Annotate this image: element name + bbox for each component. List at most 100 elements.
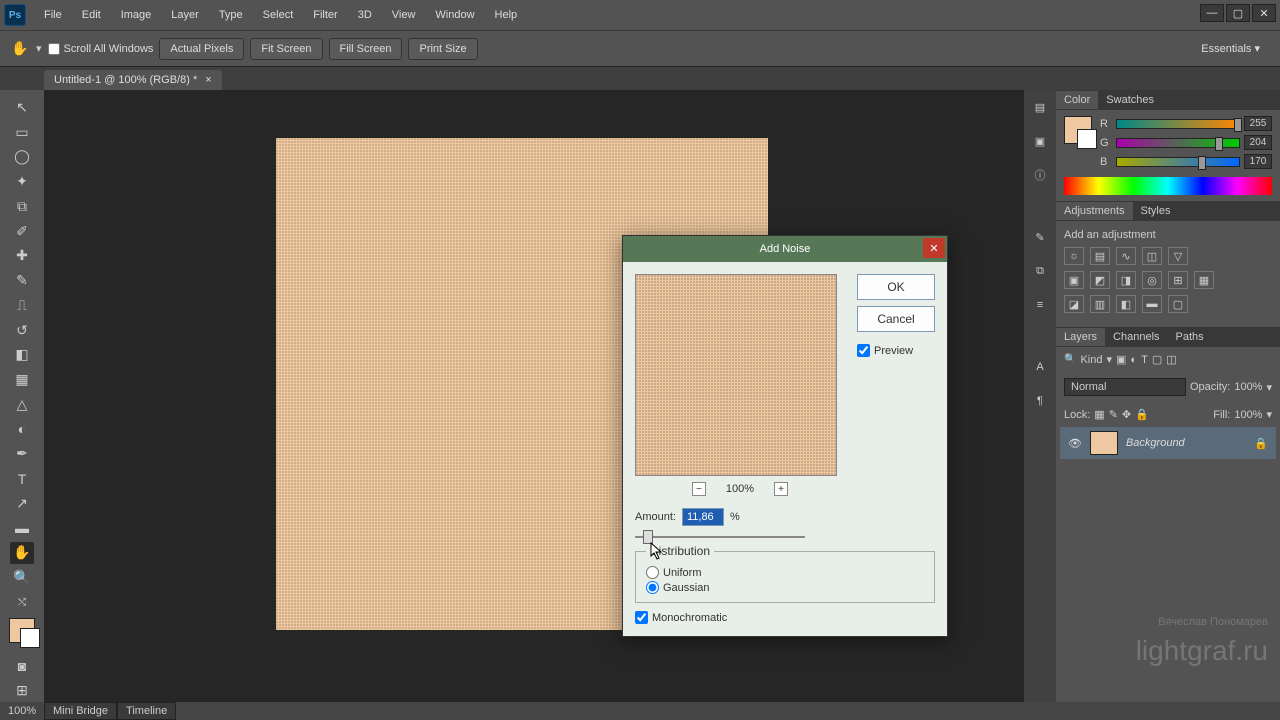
history-icon[interactable]: ▤ [1031,98,1049,116]
timeline-tab[interactable]: Timeline [117,702,176,720]
g-slider[interactable] [1116,138,1240,148]
workspace-switcher[interactable]: Essentials ▾ [1191,38,1270,59]
menu-file[interactable]: File [34,5,72,25]
tab-styles[interactable]: Styles [1133,202,1179,220]
color-swatch[interactable] [1064,116,1092,144]
noise-preview[interactable] [635,274,837,476]
path-tool[interactable]: ↗ [10,492,34,515]
zoom-level[interactable]: 100% [8,705,36,717]
filter-adj-icon[interactable]: ◐ [1130,354,1137,366]
tab-paths[interactable]: Paths [1168,328,1212,346]
amount-slider[interactable] [635,536,805,538]
monochromatic-checkbox[interactable]: Monochromatic [635,611,935,624]
crop-tool[interactable]: ⧉ [10,195,34,218]
lock-pixels-icon[interactable]: ✎ [1109,408,1118,421]
zoom-in-button[interactable]: + [774,482,788,496]
lock-pos-icon[interactable]: ✥ [1122,408,1131,421]
balance-icon[interactable]: ◩ [1090,271,1110,289]
tab-channels[interactable]: Channels [1105,328,1167,346]
curves-icon[interactable]: ∿ [1116,247,1136,265]
menu-image[interactable]: Image [111,5,162,25]
posterize-icon[interactable]: ▥ [1090,295,1110,313]
filter-pixel-icon[interactable]: ▣ [1116,353,1126,366]
document-tab[interactable]: Untitled-1 @ 100% (RGB/8) * × [44,70,222,90]
filter-shape-icon[interactable]: ▢ [1152,353,1162,366]
history-brush-tool[interactable]: ↺ [10,319,34,342]
menu-select[interactable]: Select [253,5,304,25]
menu-3d[interactable]: 3D [348,5,382,25]
marquee-tool[interactable]: ▭ [10,121,34,144]
r-slider[interactable] [1116,119,1240,129]
mixer-icon[interactable]: ⊞ [1168,271,1188,289]
r-value[interactable]: 255 [1244,116,1272,131]
gaussian-radio[interactable]: Gaussian [646,581,924,594]
fit-screen-button[interactable]: Fit Screen [250,38,322,60]
mini-bridge-tab[interactable]: Mini Bridge [44,702,117,720]
b-slider[interactable] [1116,157,1240,167]
brightness-icon[interactable]: ☼ [1064,247,1084,265]
gradient-map-icon[interactable]: ▬ [1142,295,1162,313]
app-logo[interactable]: Ps [4,4,26,26]
selective-icon[interactable]: ▢ [1168,295,1188,313]
spectrum-bar[interactable] [1064,177,1272,195]
b-value[interactable]: 170 [1244,154,1272,169]
cancel-button[interactable]: Cancel [857,306,935,332]
quickmask-icon[interactable]: ◙ [10,655,34,678]
stamp-tool[interactable]: ⎍ [10,294,34,317]
exposure-icon[interactable]: ◫ [1142,247,1162,265]
blur-tool[interactable]: △ [10,393,34,416]
amount-input[interactable]: 11,86 [682,508,724,526]
fill-screen-button[interactable]: Fill Screen [329,38,403,60]
menu-edit[interactable]: Edit [72,5,111,25]
gradient-tool[interactable]: ▦ [10,368,34,391]
menu-view[interactable]: View [382,5,426,25]
tab-swatches[interactable]: Swatches [1098,91,1162,109]
heal-tool[interactable]: ✚ [10,245,34,268]
blend-mode-select[interactable]: Normal [1064,378,1186,396]
tab-adjustments[interactable]: Adjustments [1056,202,1133,220]
screenmode-icon[interactable]: ⊞ [10,679,34,702]
filter-type-icon[interactable]: T [1141,354,1148,366]
paragraph-icon[interactable]: ¶ [1031,392,1049,410]
fill-value[interactable]: 100% [1234,409,1262,421]
lasso-tool[interactable]: ◯ [10,146,34,169]
dialog-title[interactable]: Add Noise ✕ [623,236,947,262]
hand-tool-icon[interactable]: ✋ [10,39,30,59]
preview-checkbox[interactable]: Preview [857,344,935,357]
tab-layers[interactable]: Layers [1056,328,1105,346]
close-tab-icon[interactable]: × [205,74,211,86]
dialog-close-button[interactable]: ✕ [923,238,945,258]
menu-window[interactable]: Window [425,5,484,25]
lock-all-icon[interactable]: 🔒 [1135,408,1149,421]
opacity-value[interactable]: 100% [1234,381,1262,393]
brush-tool[interactable]: ✎ [10,269,34,292]
swap-colors-icon[interactable]: ⤭ [10,591,34,614]
layercomp-icon[interactable]: ≡ [1031,296,1049,314]
move-tool[interactable]: ↖ [10,96,34,119]
close-app-button[interactable]: ✕ [1252,4,1276,22]
character-icon[interactable]: A [1031,358,1049,376]
lookup-icon[interactable]: ▦ [1194,271,1214,289]
threshold-icon[interactable]: ◧ [1116,295,1136,313]
wand-tool[interactable]: ✦ [10,170,34,193]
pen-tool[interactable]: ✒ [10,443,34,466]
photo-filter-icon[interactable]: ◎ [1142,271,1162,289]
menu-type[interactable]: Type [209,5,253,25]
foreground-color-swatch[interactable] [9,618,35,643]
bw-icon[interactable]: ◨ [1116,271,1136,289]
ok-button[interactable]: OK [857,274,935,300]
layer-thumbnail[interactable] [1090,431,1118,455]
menu-filter[interactable]: Filter [303,5,347,25]
filter-smart-icon[interactable]: ◫ [1166,353,1176,366]
actions-icon[interactable]: ▣ [1031,132,1049,150]
layer-row[interactable]: 👁 Background 🔒 [1060,427,1276,459]
zoom-tool[interactable]: 🔍 [10,566,34,589]
actual-pixels-button[interactable]: Actual Pixels [159,38,244,60]
hue-icon[interactable]: ▣ [1064,271,1084,289]
tab-color[interactable]: Color [1056,91,1098,109]
info-icon[interactable]: ⓘ [1031,166,1049,184]
hand-tool[interactable]: ✋ [10,542,34,565]
print-size-button[interactable]: Print Size [408,38,477,60]
minimize-button[interactable]: — [1200,4,1224,22]
scroll-all-checkbox[interactable]: Scroll All Windows [48,43,154,55]
